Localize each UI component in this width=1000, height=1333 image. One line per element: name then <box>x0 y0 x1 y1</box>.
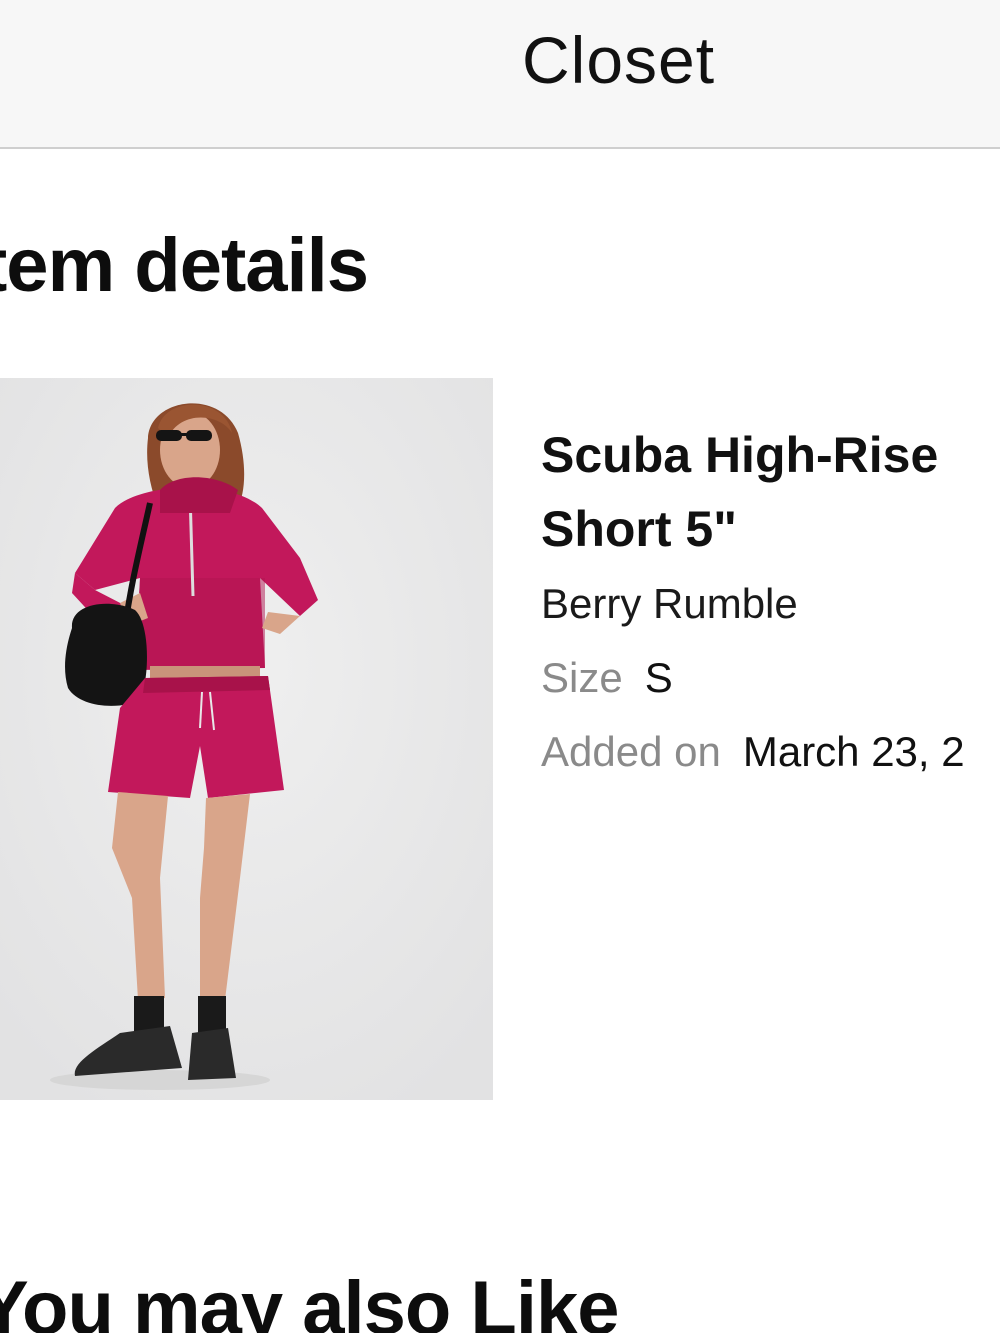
size-label: Size <box>541 654 623 701</box>
item-details-heading: tem details <box>0 223 369 308</box>
size-row: Size S <box>541 648 1000 708</box>
product-name[interactable]: Scuba High-Rise Short 5" <box>541 418 981 566</box>
product-image[interactable] <box>0 378 493 1100</box>
recommendations-heading: You may also Like <box>0 1266 620 1333</box>
product-photo-illustration <box>0 378 493 1100</box>
added-on-label: Added on <box>541 728 721 775</box>
size-value: S <box>644 654 673 701</box>
product-details: Scuba High-Rise Short 5" Berry Rumble Si… <box>541 418 1000 782</box>
added-on-value: March 23, 2 <box>742 728 965 775</box>
added-on-row: Added on March 23, 2 <box>541 722 1000 782</box>
product-color: Berry Rumble <box>541 580 798 627</box>
closet-item-details-page: Closet tem details Scuba High-Rise Short… <box>0 0 1000 1333</box>
page-title: Closet <box>522 23 716 97</box>
top-navigation-bar: Closet <box>0 0 1000 149</box>
